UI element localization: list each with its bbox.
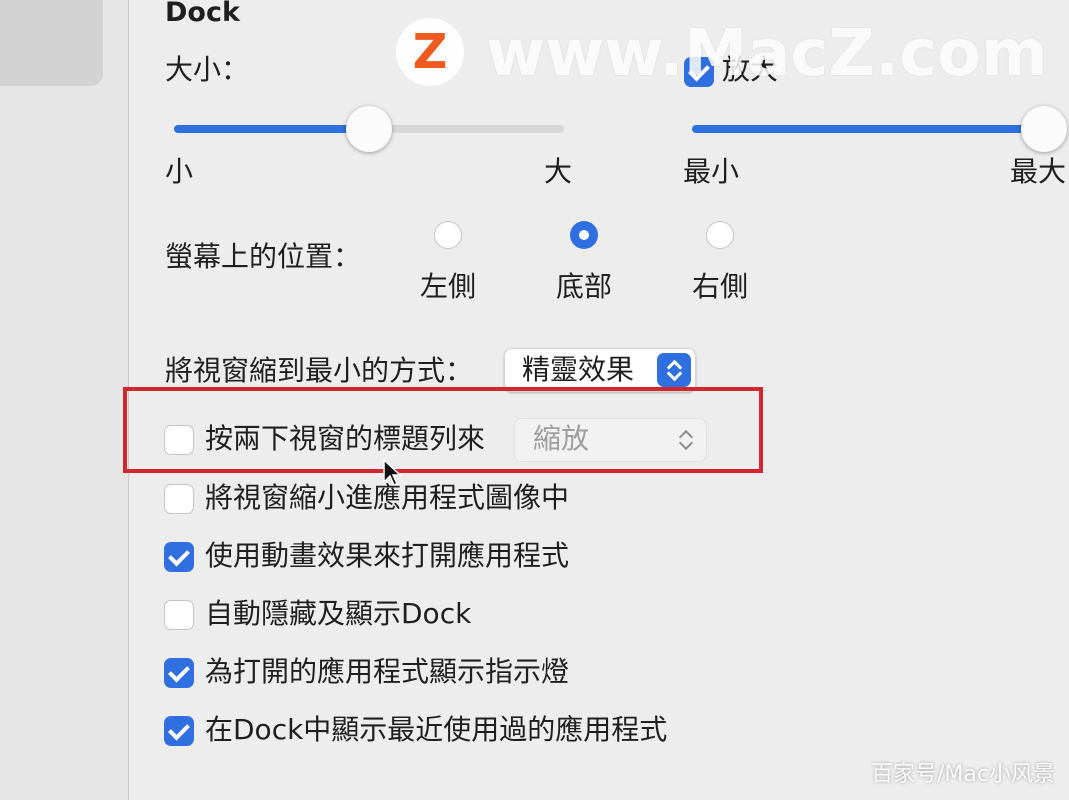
- autohide-dock-label: 自動隱藏及顯示Dock: [205, 597, 472, 630]
- position-bottom-label: 底部: [556, 270, 613, 303]
- magnification-slider-knob[interactable]: [1021, 106, 1067, 152]
- section-title: Dock: [165, 0, 240, 28]
- magnification-slider-fill: [692, 125, 1052, 133]
- minimize-into-app-icon-checkbox[interactable]: [164, 484, 194, 514]
- sidebar-selected-item[interactable]: [0, 0, 103, 86]
- size-min-label: 小: [165, 155, 194, 188]
- magnification-min-label: 最小: [683, 155, 740, 188]
- sidebar: [0, 0, 129, 800]
- animate-opening-apps-label: 使用動畫效果來打開應用程式: [205, 539, 570, 572]
- position-right-radio[interactable]: [706, 221, 734, 249]
- minimize-into-app-icon-label: 將視窗縮小進應用程式圖像中: [205, 481, 570, 514]
- magnification-max-label: 最大: [1010, 155, 1067, 188]
- minimize-effect-value: 精靈效果: [522, 353, 635, 386]
- magnification-slider-track[interactable]: [692, 125, 1052, 133]
- animate-opening-apps-checkbox[interactable]: [164, 542, 194, 572]
- position-right-label: 右側: [692, 270, 749, 303]
- show-recent-apps-label: 在Dock中顯示最近使用過的應用程式: [205, 713, 668, 746]
- red-highlight-box: [123, 387, 763, 473]
- minimize-effect-label: 將視窗縮到最小的方式：: [165, 354, 474, 387]
- size-slider-fill: [174, 125, 369, 133]
- watermark-logo-letter: Z: [412, 24, 448, 80]
- watermark-text: www.MacZ.com: [486, 17, 1048, 91]
- size-slider-knob[interactable]: [346, 106, 392, 152]
- autohide-dock-checkbox[interactable]: [164, 600, 194, 630]
- size-max-label: 大: [544, 155, 573, 188]
- show-indicators-label: 為打開的應用程式顯示指示燈: [205, 655, 570, 688]
- minimize-effect-popup[interactable]: 精靈效果: [504, 348, 696, 392]
- credit-watermark: 百家号/Mac小风景: [871, 762, 1055, 787]
- show-recent-apps-checkbox[interactable]: [164, 716, 194, 746]
- position-bottom-radio[interactable]: [570, 221, 598, 249]
- watermark-logo: Z: [396, 18, 464, 86]
- position-left-radio[interactable]: [434, 221, 462, 249]
- show-indicators-checkbox[interactable]: [164, 658, 194, 688]
- position-label: 螢幕上的位置：: [165, 240, 362, 273]
- position-left-label: 左側: [420, 270, 477, 303]
- size-label: 大小：: [165, 53, 250, 86]
- popup-stepper-icon: [657, 353, 691, 387]
